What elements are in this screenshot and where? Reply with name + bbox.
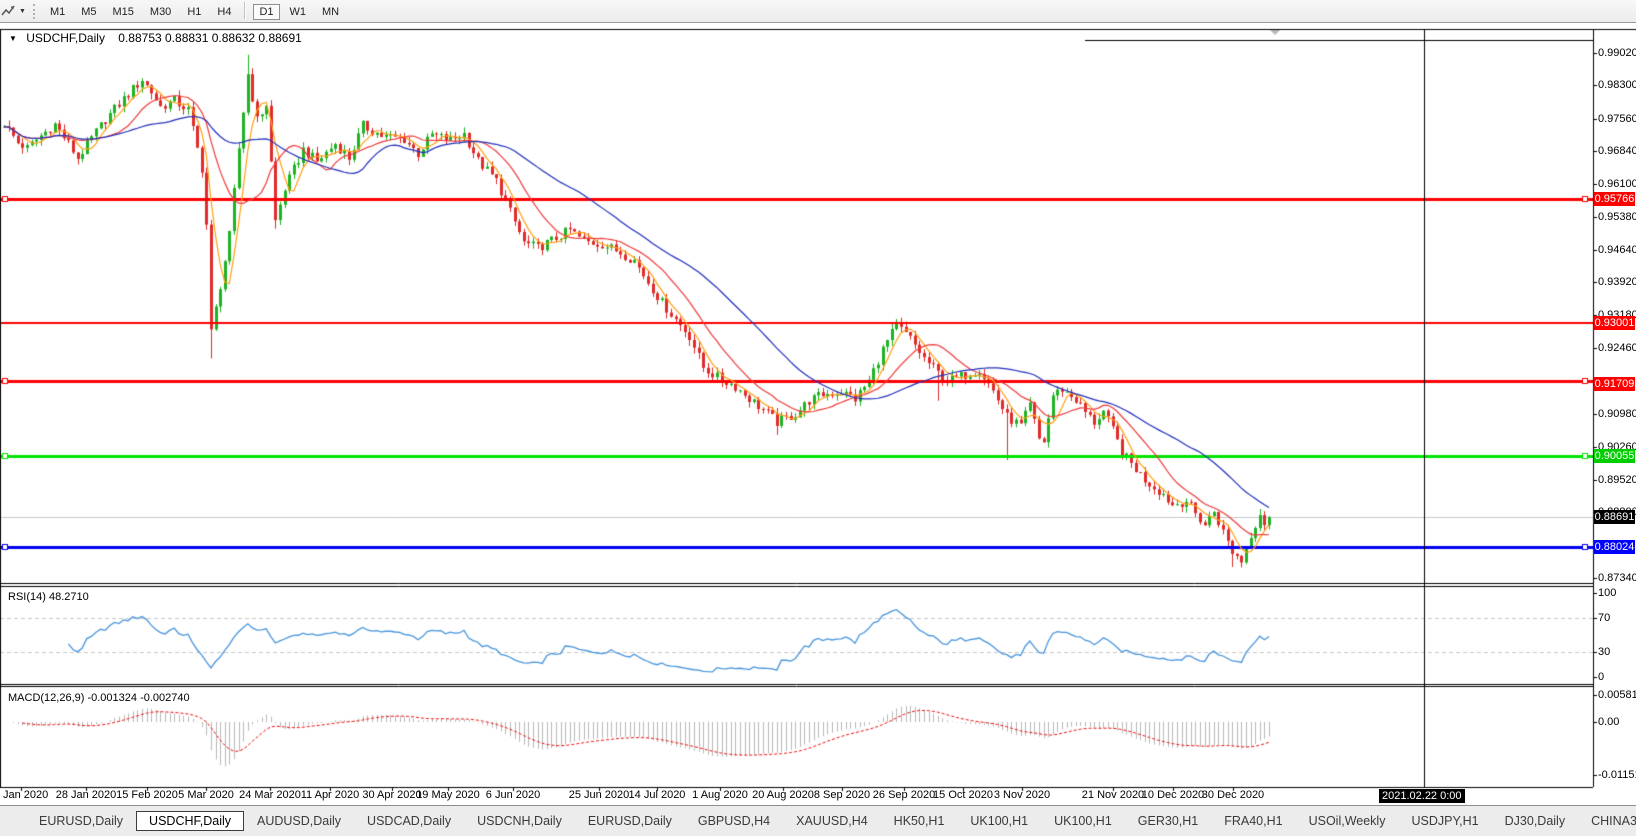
collapse-triangle-icon[interactable]: ▼ (9, 34, 17, 43)
date-axis-label: 6 Jun 2020 (467, 789, 559, 801)
price-axis-label: 0.96840 (1598, 145, 1636, 158)
chart-tab-xauusd-h4[interactable]: XAUUSD,H4 (783, 811, 881, 831)
macd-level-label: 0.005818 (1598, 689, 1636, 702)
chart-tab-china300-h1[interactable]: CHINA300,H1 (1578, 811, 1636, 831)
chart-tab-dj30-daily[interactable]: DJ30,Daily (1492, 811, 1578, 831)
timeframe-button-d1[interactable]: D1 (253, 4, 279, 20)
chart-ohlc-values: 0.88753 0.88831 0.88632 0.88691 (118, 31, 302, 45)
timeframe-button-m15[interactable]: M15 (107, 4, 140, 20)
chart-tool-icon[interactable] (1, 4, 16, 18)
price-axis-label: 0.96100 (1598, 178, 1636, 191)
macd-indicator-label: MACD(12,26,9) -0.001324 -0.002740 (8, 692, 190, 704)
price-axis-label: 0.99020 (1598, 47, 1636, 60)
price-axis-label: 0.90980 (1598, 408, 1636, 421)
chart-tab-usdjpy-h1[interactable]: USDJPY,H1 (1398, 811, 1491, 831)
rsi-indicator-label: RSI(14) 48.2710 (8, 591, 89, 603)
rsi-level-label: 70 (1598, 612, 1610, 625)
price-level-badge: 0.91709 (1594, 377, 1635, 391)
price-axis-label: 0.89520 (1598, 474, 1636, 487)
price-axis-label: 0.92460 (1598, 342, 1636, 355)
toolbar-separator (244, 2, 246, 19)
price-axis-label: 0.94640 (1598, 244, 1636, 257)
chart-tab-uk100-h1[interactable]: UK100,H1 (957, 811, 1041, 831)
chart-tab-ger30-h1[interactable]: GER30,H1 (1125, 811, 1211, 831)
price-axis-label: 0.97560 (1598, 113, 1636, 126)
date-axis-label: 3 Nov 2020 (976, 789, 1068, 801)
price-level-badge: 0.95766 (1594, 192, 1635, 206)
chart-tab-fra40-h1[interactable]: FRA40,H1 (1211, 811, 1295, 831)
mt4-window: ▼ M1M5 M15M30H1H4 D1 W1MN ▼ USDCHF,Daily 0.… (0, 0, 1636, 836)
chevron-down-icon[interactable]: ▼ (19, 8, 26, 15)
chart-tab-usdchf-daily[interactable]: USDCHF,Daily (136, 811, 244, 831)
timeframe-button-m5[interactable]: M5 (75, 4, 102, 20)
chart-tab-uk100-h1[interactable]: UK100,H1 (1041, 811, 1125, 831)
chart-tab-hk50-h1[interactable]: HK50,H1 (881, 811, 958, 831)
chart-tab-usdcad-daily[interactable]: USDCAD,Daily (354, 811, 464, 831)
timeframe-button-m1[interactable]: M1 (44, 4, 71, 20)
timeframe-button-mn[interactable]: MN (316, 4, 345, 20)
chart-tab-eurusd-daily[interactable]: EURUSD,Daily (26, 811, 136, 831)
macd-level-label: 0.00 (1598, 716, 1619, 729)
timeframe-button-h1[interactable]: H1 (181, 4, 207, 20)
chart-tab-audusd-daily[interactable]: AUDUSD,Daily (244, 811, 354, 831)
chart-tab-gbpusd-h4[interactable]: GBPUSD,H4 (685, 811, 783, 831)
rsi-level-label: 0 (1598, 671, 1604, 684)
price-axis-label: 0.93920 (1598, 276, 1636, 289)
timeframe-buttons: M1M5 M15M30H1H4 D1 W1MN (42, 2, 347, 20)
line-chart-icon (1, 4, 16, 18)
price-axis-label: 0.95380 (1598, 211, 1636, 224)
timeframe-button-m30[interactable]: M30 (144, 4, 177, 20)
chart-tab-eurusd-daily[interactable]: EURUSD,Daily (575, 811, 685, 831)
chart-tab-usoil-weekly[interactable]: USOil,Weekly (1296, 811, 1399, 831)
chart-tab-usdcnh-daily[interactable]: USDCNH,Daily (464, 811, 575, 831)
price-axis-label: 0.98300 (1598, 79, 1636, 92)
price-level-badge: 0.90055 (1594, 449, 1635, 463)
price-level-badge: 0.93001 (1594, 316, 1635, 330)
price-axis-label: 0.87340 (1598, 572, 1636, 585)
toolbar-grip[interactable] (33, 4, 35, 19)
price-level-badge: 0.88691 (1594, 510, 1635, 524)
timeframe-toolbar: ▼ M1M5 M15M30H1H4 D1 W1MN (0, 0, 1636, 23)
timeframe-button-h4[interactable]: H4 (211, 4, 237, 20)
macd-level-label: -0.011514 (1598, 769, 1636, 782)
price-level-badge: 0.88024 (1594, 540, 1635, 554)
date-axis-label: 30 Dec 2020 (1187, 789, 1279, 801)
chart-header: ▼ USDCHF,Daily 0.88753 0.88831 0.88632 0… (9, 31, 302, 45)
chart-symbol-label: USDCHF,Daily (26, 31, 105, 45)
chart-canvas[interactable] (0, 0, 1636, 836)
rsi-level-label: 30 (1598, 646, 1610, 659)
rsi-level-label: 100 (1598, 587, 1616, 600)
crosshair-date-badge: 2021.02.22 0:00 (1379, 789, 1465, 803)
timeframe-button-w1[interactable]: W1 (284, 4, 313, 20)
chart-tab-bar: EURUSD,DailyUSDCHF,DailyAUDUSD,DailyUSDC… (0, 805, 1636, 836)
